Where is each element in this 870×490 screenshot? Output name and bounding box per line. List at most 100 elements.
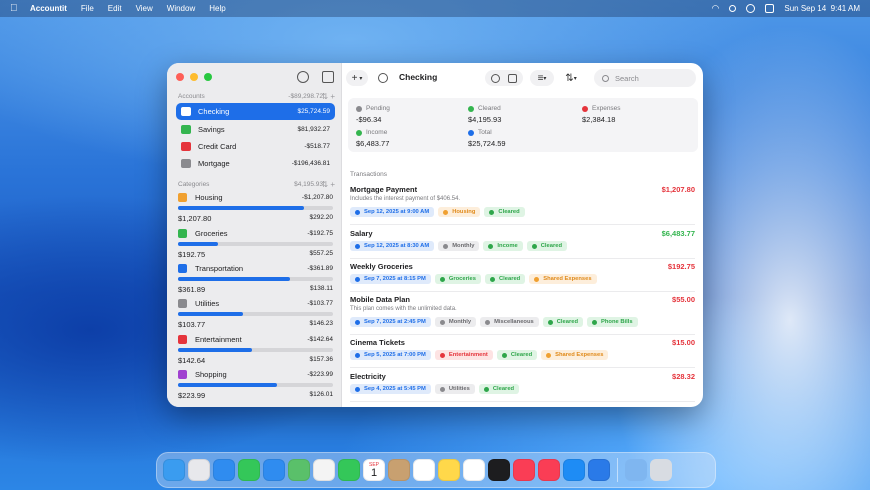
sort-menu-button[interactable]: ⇅ ▾ <box>558 70 584 86</box>
contacts-icon[interactable] <box>388 459 410 481</box>
sidebar-category-housing[interactable]: Housing -$1,207.80 $1,207.80 $292.20 <box>178 191 333 223</box>
apple-menu-icon[interactable]:  <box>10 3 22 14</box>
transaction-row[interactable]: Mobile Data Plan $55.00 This plan comes wi… <box>350 295 695 335</box>
sidebar-account-checking[interactable]: Checking $25,724.59 <box>176 103 335 120</box>
reminders-icon[interactable] <box>413 459 435 481</box>
category-progress-bar <box>178 348 333 352</box>
category-remaining: $138.11 <box>309 285 333 292</box>
category-progress-fill <box>178 383 278 387</box>
tag-date[interactable]: Sep 12, 2025 at 8:30 AM <box>350 241 435 251</box>
tag-date[interactable]: Sep 4, 2025 at 5:45 PM <box>350 384 431 394</box>
sidebar-account-credit-card[interactable]: Credit Card -$518.77 <box>176 138 335 155</box>
menu-window[interactable]: Window <box>167 4 195 13</box>
tag-date[interactable]: Sep 5, 2025 at 7:00 PM <box>350 350 431 360</box>
sidebar-account-mortgage[interactable]: Mortgage -$196,436.81 <box>176 155 335 172</box>
clock-icon[interactable] <box>375 70 391 86</box>
spotlight-icon[interactable] <box>729 5 737 12</box>
wifi-icon[interactable]: ◠ <box>712 3 720 14</box>
facetime-icon[interactable] <box>338 459 360 481</box>
tv-icon[interactable] <box>488 459 510 481</box>
music-icon[interactable] <box>513 459 535 481</box>
tag-date[interactable]: Sep 12, 2025 at 9:00 AM <box>350 207 435 217</box>
launchpad-icon[interactable] <box>188 459 210 481</box>
finder-icon[interactable] <box>163 459 185 481</box>
tag-cleared[interactable]: Cleared <box>478 384 520 394</box>
close-button[interactable] <box>176 73 184 81</box>
sidebar-account-savings[interactable]: Savings $81,932.27 <box>176 121 335 138</box>
tag-cleared[interactable]: Cleared <box>484 274 526 284</box>
sort-icon[interactable]: ⇅ + <box>321 92 335 101</box>
checkmark-circle-icon[interactable] <box>491 73 500 83</box>
calendar-icon[interactable]: SEP 1 <box>363 459 385 481</box>
tag-cleared[interactable]: Cleared <box>496 350 538 360</box>
checkmark-circle-icon[interactable] <box>297 71 309 83</box>
sidebar-toggle-icon[interactable] <box>322 71 334 83</box>
add-menu-button[interactable]: + ▾ <box>346 70 368 86</box>
sidebar-category-groceries[interactable]: Groceries -$192.75 $192.75 $557.25 <box>178 227 333 259</box>
sort-icon[interactable]: ⇅ + <box>321 180 335 189</box>
tag-icon <box>547 319 553 325</box>
total-value: $25,724.59 <box>468 139 506 148</box>
tag-cleared[interactable]: Income <box>483 241 523 251</box>
filter-menu-button[interactable]: ≡ ▾ <box>530 70 554 86</box>
tag-orange[interactable]: Housing <box>438 207 481 217</box>
transaction-row[interactable]: Electricity $28.32 Sep 4, 2025 at 5:45 PM U… <box>350 372 695 402</box>
menu-app-name[interactable]: Accountit <box>30 4 67 13</box>
tag-cleared[interactable]: Cleared <box>484 207 525 217</box>
tag-orange[interactable]: Shared Expenses <box>529 274 597 284</box>
calendar-icon[interactable] <box>508 73 517 83</box>
category-name: Transportation <box>195 263 244 273</box>
search-input[interactable]: Search <box>594 69 696 87</box>
tag-orange[interactable]: Shared Expenses <box>541 350 609 360</box>
category-amount: $103.77 <box>178 320 206 329</box>
transaction-row[interactable]: Cinema Tickets $15.00 Sep 5, 2025 at 7:00 … <box>350 338 695 368</box>
messages-icon[interactable] <box>238 459 260 481</box>
user-icon[interactable] <box>746 4 756 13</box>
folder-icon[interactable] <box>625 459 647 481</box>
notes-icon[interactable] <box>438 459 460 481</box>
maps-icon[interactable] <box>288 459 310 481</box>
tag-cleared[interactable]: Phone Bills <box>587 317 638 327</box>
sidebar-category-shopping[interactable]: Shopping -$223.99 $223.99 $126.01 <box>178 368 333 400</box>
transaction-row[interactable]: Weekly Groceries $192.75 Sep 7, 2025 at 8:… <box>350 262 695 292</box>
tag-gray[interactable]: Miscellaneous <box>480 317 539 327</box>
status-filter-buttons[interactable] <box>485 70 523 86</box>
transaction-row[interactable]: Salary $6,483.77 Sep 12, 2025 at 8:30 AM Mo… <box>350 229 695 259</box>
credit-card-icon <box>181 142 191 151</box>
sidebar-category-entertainment[interactable]: Entertainment -$142.64 $142.64 $157.36 <box>178 333 333 365</box>
photos-icon[interactable] <box>313 459 335 481</box>
transaction-row[interactable]: Mortgage Payment $1,207.80 Includes the in… <box>350 185 695 225</box>
category-progress-bar <box>178 242 333 246</box>
app-store-icon[interactable] <box>563 459 585 481</box>
mail-icon[interactable] <box>263 459 285 481</box>
trash-icon[interactable] <box>650 459 672 481</box>
tag-gray[interactable]: Monthly <box>438 241 480 251</box>
zoom-button[interactable] <box>204 73 212 81</box>
safari-icon[interactable] <box>213 459 235 481</box>
menu-clock[interactable]: Sun Sep 14 9:41 AM <box>784 4 860 13</box>
sidebar-category-utilities[interactable]: Utilities -$103.77 $103.77 $146.23 <box>178 297 333 329</box>
news-icon[interactable] <box>538 459 560 481</box>
tag-date[interactable]: Sep 7, 2025 at 2:45 PM <box>350 317 431 327</box>
tag-cleared[interactable]: Cleared <box>526 241 567 251</box>
menu-edit[interactable]: Edit <box>108 4 122 13</box>
menu-help[interactable]: Help <box>209 4 225 13</box>
tag-date[interactable]: Sep 7, 2025 at 8:15 PM <box>350 274 431 284</box>
category-progress-fill <box>178 242 219 246</box>
tag-gray[interactable]: Utilities <box>434 384 475 394</box>
control-center-icon[interactable] <box>765 4 775 13</box>
tag-cleared[interactable]: Groceries <box>434 274 481 284</box>
minimize-button[interactable] <box>190 73 198 81</box>
accountit-icon[interactable] <box>588 459 610 481</box>
freeform-icon[interactable] <box>463 459 485 481</box>
menu-file[interactable]: File <box>81 4 94 13</box>
summary-pending: Pending -$96.34 <box>356 105 466 124</box>
tag-gray[interactable]: Monthly <box>434 317 477 327</box>
menu-view[interactable]: View <box>136 4 153 13</box>
sidebar-category-transportation[interactable]: Transportation -$361.89 $361.89 $138.11 <box>178 262 333 294</box>
tag-cleared[interactable]: Cleared <box>542 317 584 327</box>
transaction-name: Salary <box>350 229 373 238</box>
transaction-name: Cinema Tickets <box>350 338 405 347</box>
income-icon <box>356 129 362 136</box>
tag-red[interactable]: Entertainment <box>434 350 493 360</box>
